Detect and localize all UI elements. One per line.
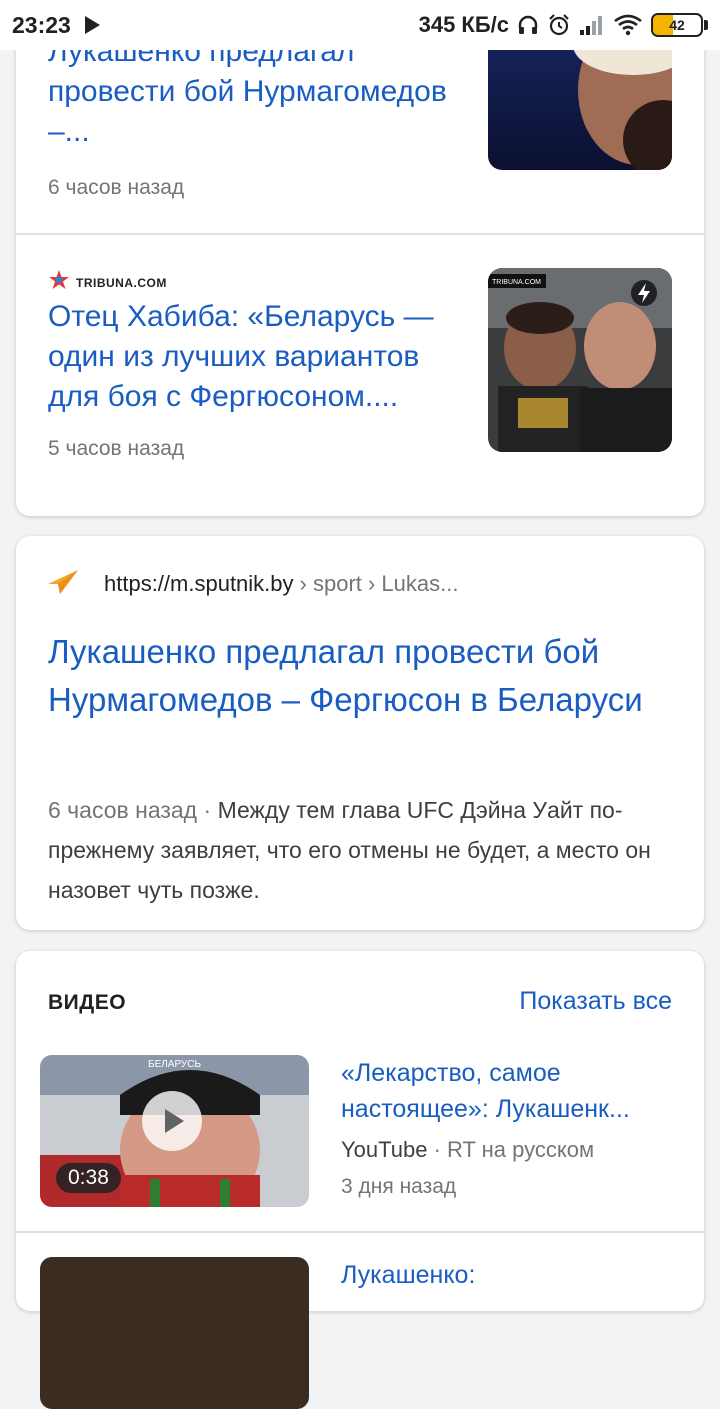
play-icon[interactable] — [142, 1091, 202, 1151]
search-results-scroll[interactable]: Лукашенко предлагал провести бой Нурмаго… — [0, 0, 720, 1409]
top-stories-card: Лукашенко предлагал провести бой Нурмаго… — [16, 0, 704, 516]
snippet-time: 6 часов назад — [48, 797, 198, 823]
media-play-icon — [84, 16, 100, 34]
result-snippet: 6 часов назад · Между тем глава UFC Дэйн… — [48, 790, 688, 910]
video-source: YouTube · RT на русском — [341, 1137, 595, 1162]
videos-card: ВИДЕО Показать все БЕЛАРУСЬ 0:38 «Лекарс… — [16, 951, 704, 1409]
news-time: 5 часов назад — [48, 437, 185, 460]
source-name: TRIBUNA.COM — [76, 275, 167, 290]
video-title[interactable]: «Лекарство, самое настоящее»: Лукашенк..… — [341, 1055, 676, 1127]
tribuna-logo-icon — [48, 269, 70, 296]
video-duration: 0:38 — [56, 1163, 121, 1193]
snippet-separator: · — [197, 797, 218, 823]
signal-icon — [579, 14, 605, 36]
divider — [16, 233, 704, 235]
result-breadcrumb: › sport › Lukas... — [299, 571, 459, 596]
news-title[interactable]: Отец Хабиба: «Беларусь — один из лучших … — [48, 297, 458, 417]
result-url[interactable]: https://m.sputnik.by › sport › Lukas... — [46, 566, 458, 602]
video-platform: YouTube — [341, 1137, 428, 1162]
video-channel: RT на русском — [447, 1137, 595, 1162]
video-thumbnail[interactable]: БЕЛАРУСЬ 0:38 — [40, 1055, 309, 1207]
videos-header: ВИДЕО — [48, 991, 127, 1014]
web-result-card[interactable]: https://m.sputnik.by › sport › Lukas... … — [16, 536, 704, 930]
clock: 23:23 — [12, 11, 71, 38]
video-time: 3 дня назад — [341, 1175, 457, 1198]
news-time: 6 часов назад — [48, 176, 185, 199]
source-tribuna: TRIBUNA.COM — [48, 269, 167, 296]
alarm-icon — [547, 13, 571, 37]
battery-level: 42 — [669, 17, 685, 33]
divider — [16, 1231, 704, 1233]
status-bar: 23:23 345 КБ/с 42 — [0, 0, 720, 50]
network-speed: 345 КБ/с — [418, 12, 509, 37]
result-title[interactable]: Лукашенко предлагал провести бой Нурмаго… — [48, 628, 688, 724]
thumb-watermark: TRIBUNA.COM — [492, 279, 541, 286]
news-thumbnail-fighters[interactable]: TRIBUNA.COM — [488, 268, 672, 452]
thumb-helmet-text: БЕЛАРУСЬ — [148, 1059, 201, 1070]
result-domain: https://m.sputnik.by — [104, 571, 294, 596]
sputnik-favicon-icon — [46, 566, 80, 602]
headphones-icon — [517, 14, 539, 36]
news-title[interactable]: Лукашенко предлагал провести бой Нурмаго… — [48, 32, 458, 152]
show-all-link[interactable]: Показать все — [519, 987, 672, 1016]
battery-icon: 42 — [651, 13, 708, 37]
wifi-icon — [613, 14, 643, 36]
video-title[interactable]: Лукашенко: — [341, 1257, 676, 1293]
